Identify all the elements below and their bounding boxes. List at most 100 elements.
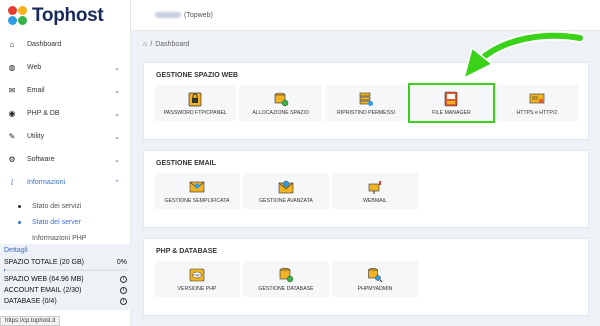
info-circle-icon[interactable]: i bbox=[120, 276, 127, 283]
details-panel: Dettagli SPAZIO TOTALE (20 GB) 0% SPAZIO… bbox=[0, 244, 131, 310]
php-version-icon: PHP bbox=[189, 268, 205, 281]
tile-allocazione-spazio[interactable]: ALLOCAZIONE SPAZIO bbox=[239, 85, 322, 121]
details-label: DATABASE (0/4) bbox=[4, 298, 57, 305]
details-row-account-email: ACCOUNT EMAIL (2/30) i bbox=[4, 285, 127, 296]
tile-gestione-database[interactable]: GESTIONE DATABASE bbox=[243, 261, 329, 297]
card-gestione-email: GESTIONE EMAIL GESTIONE SEMPLIFICATA GES… bbox=[143, 150, 589, 228]
card-php-database: PHP & DATABASE PHP VERSIONE PHP GESTIONE… bbox=[143, 238, 589, 316]
sidebar-item-label: PHP & DB bbox=[27, 110, 60, 117]
envelope-icon: ✉ bbox=[8, 86, 16, 95]
sidebar-item-label: Informazioni bbox=[27, 179, 66, 186]
sidebar-item-php-db[interactable]: ◉ PHP & DB ⌄ bbox=[0, 102, 130, 125]
chevron-down-icon: ⌄ bbox=[114, 110, 120, 118]
certificate-icon bbox=[529, 93, 545, 103]
sidebar-subitem-stato-servizi[interactable]: Stato dei servizi bbox=[0, 198, 130, 214]
database-search-icon bbox=[368, 267, 383, 282]
svg-text:PHP: PHP bbox=[193, 273, 201, 277]
details-label: SPAZIO WEB (64.96 MB) bbox=[4, 276, 84, 283]
tile-label: ALLOCAZIONE SPAZIO bbox=[252, 109, 309, 116]
tile-password-ftp[interactable]: PASSWORD FTP/CPANEL bbox=[154, 85, 237, 121]
database-restore-icon bbox=[359, 92, 374, 106]
tile-phpmyadmin[interactable]: PHPMYADMIN bbox=[332, 261, 418, 297]
chevron-down-icon: ⌄ bbox=[114, 64, 120, 72]
tile-label: RIPRISTINO PERMESSI bbox=[337, 109, 395, 116]
details-label: SPAZIO TOTALE (20 GB) bbox=[4, 259, 85, 266]
card-title: GESTIONE EMAIL bbox=[156, 160, 216, 167]
sidebar-subitem-label: Stato dei servizi bbox=[32, 202, 82, 210]
sidebar-item-email[interactable]: ✉ Email ⌄ bbox=[0, 79, 130, 102]
chevron-up-icon: ⌃ bbox=[114, 179, 120, 187]
info-icon: i bbox=[10, 178, 14, 187]
sidebar-item-utility[interactable]: ✎ Utility ⌄ bbox=[0, 125, 130, 148]
sidebar-item-label: Software bbox=[27, 156, 55, 163]
tile-webmail[interactable]: WEBMAIL bbox=[332, 173, 418, 209]
tile-gestione-avanzata[interactable]: GESTIONE AVANZATA bbox=[243, 173, 329, 209]
email-settings-icon bbox=[189, 181, 205, 192]
tile-gestione-semplificata[interactable]: GESTIONE SEMPLIFICATA bbox=[154, 173, 240, 209]
sidebar-subitem-label: Stato del server bbox=[32, 218, 82, 226]
tile-label: GESTIONE AVANZATA bbox=[259, 197, 313, 204]
sidebar-item-web[interactable]: ◍ Web ⌄ bbox=[0, 56, 130, 79]
details-row-spazio-web: SPAZIO WEB (64.96 MB) i bbox=[4, 274, 127, 285]
breadcrumb-current: Dashboard bbox=[155, 41, 190, 48]
sidebar-item-label: Email bbox=[27, 87, 45, 94]
brand-name: Tophost bbox=[32, 5, 104, 26]
sidebar-item-software[interactable]: ⚙ Software ⌄ bbox=[0, 148, 130, 171]
details-header[interactable]: Dettagli bbox=[4, 247, 127, 254]
sidebar-item-label: Dashboard bbox=[27, 41, 62, 48]
progress-bar bbox=[4, 269, 127, 271]
details-row-database: DATABASE (0/4) i bbox=[4, 296, 127, 307]
sidebar-item-informazioni[interactable]: i Informazioni ⌃ bbox=[0, 171, 130, 194]
info-circle-icon[interactable]: i bbox=[120, 287, 127, 294]
brand-logo[interactable]: Tophost bbox=[0, 0, 130, 32]
sidebar-item-dashboard[interactable]: ⌂ Dashboard bbox=[0, 33, 130, 56]
bullet-icon bbox=[18, 220, 21, 224]
tile-label: VERSIONE PHP bbox=[177, 285, 217, 292]
file-manager-icon bbox=[445, 91, 458, 106]
card-title: PHP & DATABASE bbox=[156, 248, 218, 255]
tile-label: PASSWORD FTP/CPANEL bbox=[163, 109, 227, 116]
mailbox-icon bbox=[368, 180, 381, 194]
sidebar-subitem-label: Informazioni PHP bbox=[32, 234, 87, 242]
tile-label: HTTPS e HTTP/2 bbox=[516, 109, 558, 116]
home-icon[interactable]: ⌂ bbox=[143, 41, 147, 48]
settings-icon: ⚙ bbox=[8, 155, 16, 164]
sidebar-item-label: Web bbox=[27, 64, 42, 71]
home-icon: ⌂ bbox=[9, 40, 15, 49]
tile-file-manager[interactable]: FILE MANAGER bbox=[408, 83, 495, 123]
php-icon: ◉ bbox=[8, 109, 16, 118]
chevron-down-icon: ⌄ bbox=[114, 156, 120, 164]
topbar: (Topweb) bbox=[131, 0, 600, 31]
sidebar-item-label: Utility bbox=[27, 133, 45, 140]
status-url: https://cp.tophost.it bbox=[0, 316, 61, 326]
info-circle-icon[interactable]: i bbox=[120, 298, 127, 305]
wrench-icon: ✎ bbox=[8, 132, 16, 141]
sidebar: Tophost ⌂ Dashboard ◍ Web ⌄ ✉ Email ⌄ ◉ … bbox=[0, 0, 131, 326]
database-settings-icon bbox=[279, 267, 294, 282]
chevron-down-icon: ⌄ bbox=[114, 87, 120, 95]
account-name-redacted bbox=[155, 12, 181, 18]
breadcrumb: ⌂ / Dashboard bbox=[143, 41, 189, 48]
tile-label: GESTIONE SEMPLIFICATA bbox=[164, 197, 230, 204]
tile-label: WEBMAIL bbox=[363, 197, 387, 204]
sidebar-subitem-stato-server[interactable]: Stato del server bbox=[0, 214, 130, 230]
details-row-spazio-totale: SPAZIO TOTALE (20 GB) 0% bbox=[4, 257, 127, 268]
tile-label: FILE MANAGER bbox=[432, 109, 471, 116]
details-percent: 0% bbox=[116, 259, 127, 266]
storage-icon bbox=[274, 92, 288, 106]
email-advanced-icon bbox=[278, 180, 294, 193]
chevron-down-icon: ⌄ bbox=[114, 133, 120, 141]
lock-icon bbox=[188, 92, 202, 106]
globe-icon: ◍ bbox=[8, 63, 16, 72]
tile-label: PHPMYADMIN bbox=[357, 285, 393, 292]
tophost-logo-icon bbox=[8, 6, 28, 26]
tile-https-http2[interactable]: HTTPS e HTTP/2 bbox=[495, 85, 579, 121]
bullet-icon bbox=[18, 204, 21, 208]
tile-ripristino-permessi[interactable]: RIPRISTINO PERMESSI bbox=[324, 85, 408, 121]
details-label: ACCOUNT EMAIL (2/30) bbox=[4, 287, 82, 294]
tile-label: GESTIONE DATABASE bbox=[258, 285, 314, 292]
tile-versione-php[interactable]: PHP VERSIONE PHP bbox=[154, 261, 240, 297]
account-type: (Topweb) bbox=[184, 11, 213, 19]
breadcrumb-separator: / bbox=[150, 41, 153, 48]
annotation-arrow-icon bbox=[462, 30, 585, 80]
